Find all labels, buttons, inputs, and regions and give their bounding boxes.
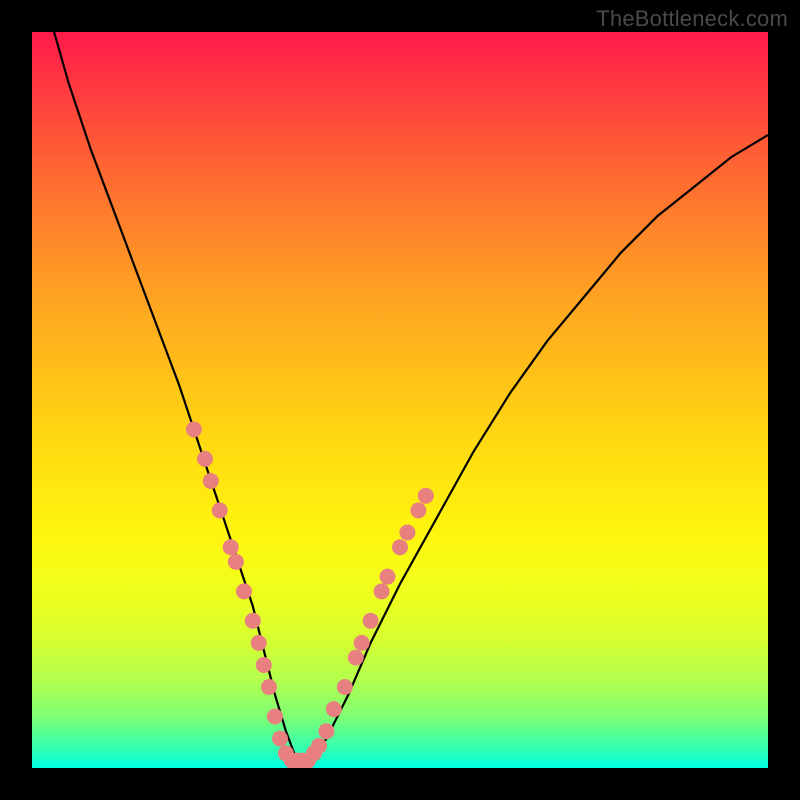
marker-dot [348,650,364,666]
marker-dot [311,738,327,754]
watermark-text: TheBottleneck.com [596,6,788,32]
marker-dot [337,679,353,695]
marker-dot [380,569,396,585]
marker-dot [197,451,213,467]
marker-dot [186,421,202,437]
marker-dot [272,731,288,747]
marker-dot [203,473,219,489]
marker-dot [410,502,426,518]
marker-dot [418,488,434,504]
plot-area [32,32,768,768]
marker-dots [186,421,434,768]
marker-dot [374,583,390,599]
marker-dot [318,723,334,739]
chart-svg [32,32,768,768]
marker-dot [363,613,379,629]
marker-dot [256,657,272,673]
marker-dot [354,635,370,651]
marker-dot [212,502,228,518]
marker-dot [236,583,252,599]
main-curve [54,32,768,761]
chart-frame: TheBottleneck.com [0,0,800,800]
marker-dot [245,613,261,629]
marker-dot [326,701,342,717]
marker-dot [392,539,408,555]
marker-dot [223,539,239,555]
marker-dot [267,709,283,725]
marker-dot [399,525,415,541]
marker-dot [228,554,244,570]
marker-dot [251,635,267,651]
marker-dot [261,679,277,695]
